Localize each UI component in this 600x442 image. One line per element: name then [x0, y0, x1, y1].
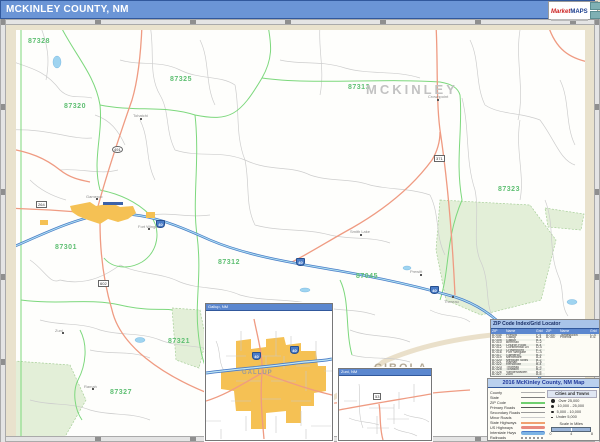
inset-interstate-40-shield: 40 — [252, 352, 261, 360]
nm-371-shield: 371 — [434, 155, 445, 162]
state-line-swatch — [521, 397, 545, 398]
inset-nm-53-shield: 53 — [373, 393, 381, 400]
page-title: MCKINLEY COUNTY, NM — [6, 4, 129, 15]
inset-gallup-title: Gallup, NM — [206, 304, 332, 311]
city-size-dot — [551, 405, 554, 408]
scale-ticks: 048 — [547, 432, 595, 436]
inset-gallup-city-label: GALLUP — [242, 370, 273, 376]
zip-label-87325: 87325 — [170, 76, 192, 83]
zip-index-title: ZIP Code Index/Grid Locator — [491, 320, 599, 329]
inset-zuni-artwork — [339, 376, 431, 440]
town-label-thoreau: Thoreau — [444, 299, 459, 304]
interstate-swatch — [521, 431, 545, 435]
inset-zuni-title: Zuni, NM — [339, 369, 431, 376]
secondary-road-swatch — [521, 412, 545, 413]
map-title-bar: MCKINLEY COUNTY, NM — [0, 0, 595, 19]
zip-index-rows: 87347JamestownC-487357PinehillE-6 — [545, 334, 599, 339]
town-label-zuni: Zuni — [55, 328, 63, 333]
zip-label-87327: 87327 — [110, 389, 132, 396]
logo-chip — [590, 2, 600, 10]
interstate-40-shield: 40 — [430, 286, 439, 294]
inset-map-gallup[interactable]: Gallup, NM 40 40 GALLUP — [205, 303, 333, 441]
zip-index-left-column: ZIPNameGrid 87045PrewittF-487301GallupB-… — [491, 329, 545, 377]
city-size-dot — [551, 399, 555, 403]
zip-index-rows: 87045PrewittF-487301GallupB-487305Gallup… — [491, 334, 545, 377]
city-size-dot — [551, 411, 553, 413]
zip-index-right-column: ZIPNameGrid 87347JamestownC-487357Pinehi… — [545, 329, 599, 377]
zip-line-swatch — [521, 402, 545, 404]
nm-602-shield: 602 — [98, 280, 109, 287]
primary-road-swatch — [521, 407, 545, 408]
state-highway-swatch — [521, 422, 545, 424]
zip-label-87323: 87323 — [498, 186, 520, 193]
city-size-dot — [551, 417, 553, 419]
town-label-crownpoint: Crownpoint — [428, 94, 448, 99]
zip-label-87320: 87320 — [64, 103, 86, 110]
cities-and-towns-header: Cities and Towns — [547, 390, 597, 398]
nm-264-shield: 264 — [36, 201, 47, 208]
logo-text-maps: MAPS — [570, 9, 587, 15]
logo-text-market: Market — [551, 9, 570, 15]
inset-map-zuni[interactable]: Zuni, NM 53 — [338, 368, 432, 441]
scale-label: Scale in Miles — [547, 422, 595, 426]
railroad-swatch — [521, 437, 545, 439]
town-label-smith-lake: Smith Lake — [350, 229, 370, 234]
logo-tagline — [551, 19, 588, 21]
legend-title: 2016 McKinley County, NM Map — [488, 379, 599, 388]
zip-code-index-panel: ZIP Code Index/Grid Locator ZIPNameGrid … — [490, 319, 600, 377]
zip-label-87301: 87301 — [55, 244, 77, 251]
legend-panel: 2016 McKinley County, NM Map County Stat… — [487, 378, 600, 441]
town-label-ramah: Ramah — [84, 384, 97, 389]
zip-label-87312: 87312 — [218, 259, 240, 266]
us-491-shield: 491 — [112, 146, 123, 153]
town-label-prewitt: Prewitt — [410, 269, 422, 274]
top-margin — [6, 25, 594, 30]
interstate-40-shield: 40 — [156, 220, 165, 228]
inset-interstate-40-shield: 40 — [290, 346, 299, 354]
town-label-gamerco: Gamerco — [86, 194, 102, 199]
logo-chip — [590, 11, 600, 19]
zip-label-87045: 87045 — [356, 273, 378, 280]
interstate-40-shield: 40 — [296, 258, 305, 266]
us-highway-swatch — [521, 426, 545, 429]
marketmaps-logo: MarketMAPS — [548, 1, 598, 20]
county-line-swatch — [521, 392, 545, 393]
left-margin — [6, 25, 16, 436]
legend-line-items: County State ZIP Code Primary Roads Seco… — [488, 388, 547, 440]
map-page: 87328 87320 87325 87313 87323 87301 8731… — [0, 0, 600, 442]
scale-bar-area: Scale in Miles 048 — [547, 422, 595, 436]
inset-gallup-artwork — [206, 311, 332, 441]
zip-label-87328: 87328 — [28, 38, 50, 45]
town-label-tohatchi: Tohatchi — [133, 113, 148, 118]
scale-bar — [551, 427, 591, 432]
minor-road-swatch — [521, 417, 545, 418]
zip-label-87321: 87321 — [168, 338, 190, 345]
legend-cities-column: Cities and Towns Over 25,000 10,000 - 25… — [547, 388, 599, 440]
